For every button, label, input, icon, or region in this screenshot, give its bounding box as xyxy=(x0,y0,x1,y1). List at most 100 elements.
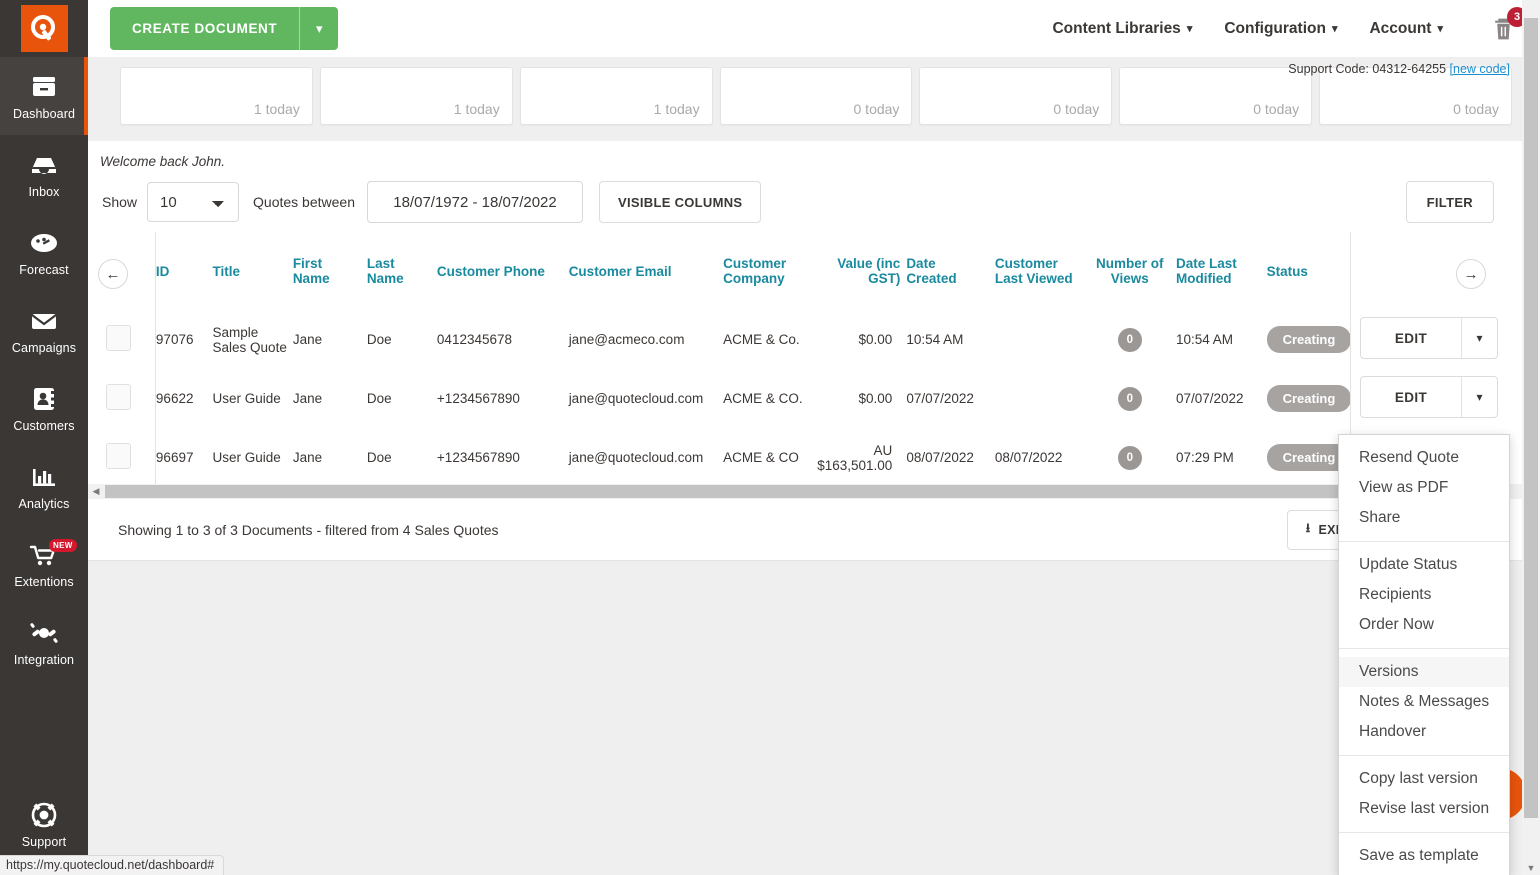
row-checkbox[interactable] xyxy=(106,384,131,410)
scroll-left-icon[interactable]: ← xyxy=(98,259,128,289)
stat-card[interactable]: 0 today xyxy=(1119,67,1312,125)
show-entries-select[interactable]: 102550100 xyxy=(147,182,239,222)
sidebar-item-extentions[interactable]: NEWExtentions xyxy=(0,525,88,603)
sidebar-item-campaigns[interactable]: Campaigns xyxy=(0,291,88,369)
menu-item-save-as-template[interactable]: Save as template xyxy=(1339,841,1509,871)
menu-item-recipients[interactable]: Recipients xyxy=(1339,580,1509,610)
menu-item-view-as-pdf[interactable]: View as PDF xyxy=(1339,473,1509,503)
edit-button[interactable]: EDIT xyxy=(1361,318,1461,358)
column-header[interactable]: Number of Views xyxy=(1090,232,1176,310)
date-range-picker[interactable]: 18/07/1972 - 18/07/2022 xyxy=(367,181,583,223)
column-header[interactable]: Date Created xyxy=(906,232,995,310)
menu-item-revise-last-version[interactable]: Revise last version xyxy=(1339,794,1509,824)
cell-title: Sample Sales Quote xyxy=(213,310,293,369)
create-document-button[interactable]: CREATE DOCUMENT ▾ xyxy=(110,7,338,50)
stat-today-count: 0 today xyxy=(1453,101,1499,117)
column-header[interactable]: Customer Phone xyxy=(437,232,569,310)
column-header[interactable]: Customer Email xyxy=(569,232,723,310)
chevron-down-icon[interactable]: ▾ xyxy=(300,7,338,50)
cell-title: User Guide xyxy=(213,369,293,428)
row-checkbox[interactable] xyxy=(106,325,131,351)
table-horizontal-scrollbar[interactable]: ◀ xyxy=(88,484,1522,499)
sidebar-item-support[interactable]: Support xyxy=(0,785,88,863)
column-header[interactable]: Title xyxy=(213,232,293,310)
sidebar-item-label: Forecast xyxy=(19,263,68,277)
sidebar-item-label: Dashboard xyxy=(13,107,75,121)
cell-date-created: 07/07/2022 xyxy=(906,369,995,428)
chevron-down-icon[interactable]: ▾ xyxy=(1461,377,1497,417)
scrollbar-left-arrow-icon[interactable]: ◀ xyxy=(88,486,104,497)
table-row[interactable]: 97076Sample Sales QuoteJaneDoe0412345678… xyxy=(88,310,1522,369)
filter-button[interactable]: FILTER xyxy=(1406,181,1494,223)
top-nav-account[interactable]: Account▾ xyxy=(1353,20,1459,38)
menu-item-update-status[interactable]: Update Status xyxy=(1339,550,1509,580)
sidebar-item-label: Extentions xyxy=(14,575,73,589)
views-badge: 0 xyxy=(1118,387,1142,411)
menu-item-resend-quote[interactable]: Resend Quote xyxy=(1339,443,1509,473)
menu-item-share[interactable]: Share xyxy=(1339,503,1509,533)
column-header[interactable]: First Name xyxy=(293,232,367,310)
stat-today-count: 1 today xyxy=(254,101,300,117)
sidebar-item-inbox[interactable]: Inbox xyxy=(0,135,88,213)
create-document-label: CREATE DOCUMENT xyxy=(110,7,299,50)
stat-today-count: 0 today xyxy=(1253,101,1299,117)
menu-item-order-now[interactable]: Order Now xyxy=(1339,610,1509,640)
stat-card[interactable]: 1 today xyxy=(520,67,713,125)
scroll-right-icon[interactable]: → xyxy=(1456,259,1486,289)
menu-item-notes-messages[interactable]: Notes & Messages xyxy=(1339,687,1509,717)
menu-item-versions[interactable]: Versions xyxy=(1339,657,1509,687)
sidebar-item-analytics[interactable]: Analytics xyxy=(0,447,88,525)
cell-last-viewed xyxy=(995,369,1090,428)
page-scrollbar[interactable]: ▼ xyxy=(1522,0,1540,875)
menu-item-copy-last-version[interactable]: Copy last version xyxy=(1339,764,1509,794)
sidebar-item-dashboard[interactable]: Dashboard xyxy=(0,57,88,135)
trash-button[interactable]: 3 xyxy=(1491,16,1516,42)
page-scrollbar-thumb[interactable] xyxy=(1524,18,1538,818)
cell-last-viewed: 08/07/2022 xyxy=(995,428,1090,487)
stat-today-count: 1 today xyxy=(654,101,700,117)
scrollbar-thumb[interactable] xyxy=(105,485,1435,498)
cell-phone: 0412345678 xyxy=(437,310,569,369)
table-controls-row: Show 102550100 Quotes between 18/07/1972… xyxy=(88,177,1522,227)
cell-value: $0.00 xyxy=(812,369,907,428)
cell-email: jane@quotecloud.com xyxy=(569,428,723,487)
stat-card[interactable]: 1 today xyxy=(320,67,513,125)
visible-columns-button[interactable]: VISIBLE COLUMNS xyxy=(599,181,761,223)
edit-button-group[interactable]: EDIT▾ xyxy=(1360,317,1498,359)
column-header[interactable]: Status xyxy=(1267,232,1347,310)
quotes-between-label: Quotes between xyxy=(253,194,355,210)
sidebar-item-label: Inbox xyxy=(28,185,59,199)
sidebar-item-integration[interactable]: Integration xyxy=(0,603,88,681)
column-header[interactable]: Value (inc GST) xyxy=(812,232,907,310)
column-header[interactable]: Last Name xyxy=(367,232,437,310)
chevron-down-icon: ▾ xyxy=(1332,22,1338,35)
column-header[interactable]: Customer Company xyxy=(723,232,812,310)
stat-card[interactable]: 0 today xyxy=(720,67,913,125)
stat-card[interactable]: 0 today xyxy=(919,67,1112,125)
cell-company: ACME & Co. xyxy=(723,310,812,369)
campaigns-icon xyxy=(28,306,60,336)
cell-email: jane@acmeco.com xyxy=(569,310,723,369)
edit-button-group[interactable]: EDIT▾ xyxy=(1360,376,1498,418)
column-header[interactable]: Customer Last Viewed xyxy=(995,232,1090,310)
menu-item-handover[interactable]: Handover xyxy=(1339,717,1509,747)
page-scroll-down-arrow-icon[interactable]: ▼ xyxy=(1522,863,1540,873)
app-logo[interactable] xyxy=(0,0,88,57)
top-nav-content-libraries[interactable]: Content Libraries▾ xyxy=(1036,20,1208,38)
new-code-link[interactable]: [new code] xyxy=(1450,62,1510,76)
date-range-value: 18/07/1972 - 18/07/2022 xyxy=(393,194,556,211)
sidebar-item-customers[interactable]: Customers xyxy=(0,369,88,447)
edit-button[interactable]: EDIT xyxy=(1361,377,1461,417)
row-actions-context-menu: Resend QuoteView as PDFShare Update Statu… xyxy=(1338,434,1510,875)
customers-icon xyxy=(30,384,58,414)
sidebar-item-label: Support xyxy=(22,835,66,849)
table-row[interactable]: 96697User GuideJaneDoe+1234567890jane@qu… xyxy=(88,428,1522,487)
column-header[interactable]: ID xyxy=(156,232,213,310)
table-row[interactable]: 96622User GuideJaneDoe+1234567890jane@qu… xyxy=(88,369,1522,428)
row-checkbox[interactable] xyxy=(106,443,131,469)
stat-card[interactable]: 1 today xyxy=(120,67,313,125)
column-header[interactable]: Date Last Modified xyxy=(1176,232,1267,310)
chevron-down-icon[interactable]: ▾ xyxy=(1461,318,1497,358)
top-nav-configuration[interactable]: Configuration▾ xyxy=(1208,20,1353,38)
sidebar-item-forecast[interactable]: Forecast xyxy=(0,213,88,291)
